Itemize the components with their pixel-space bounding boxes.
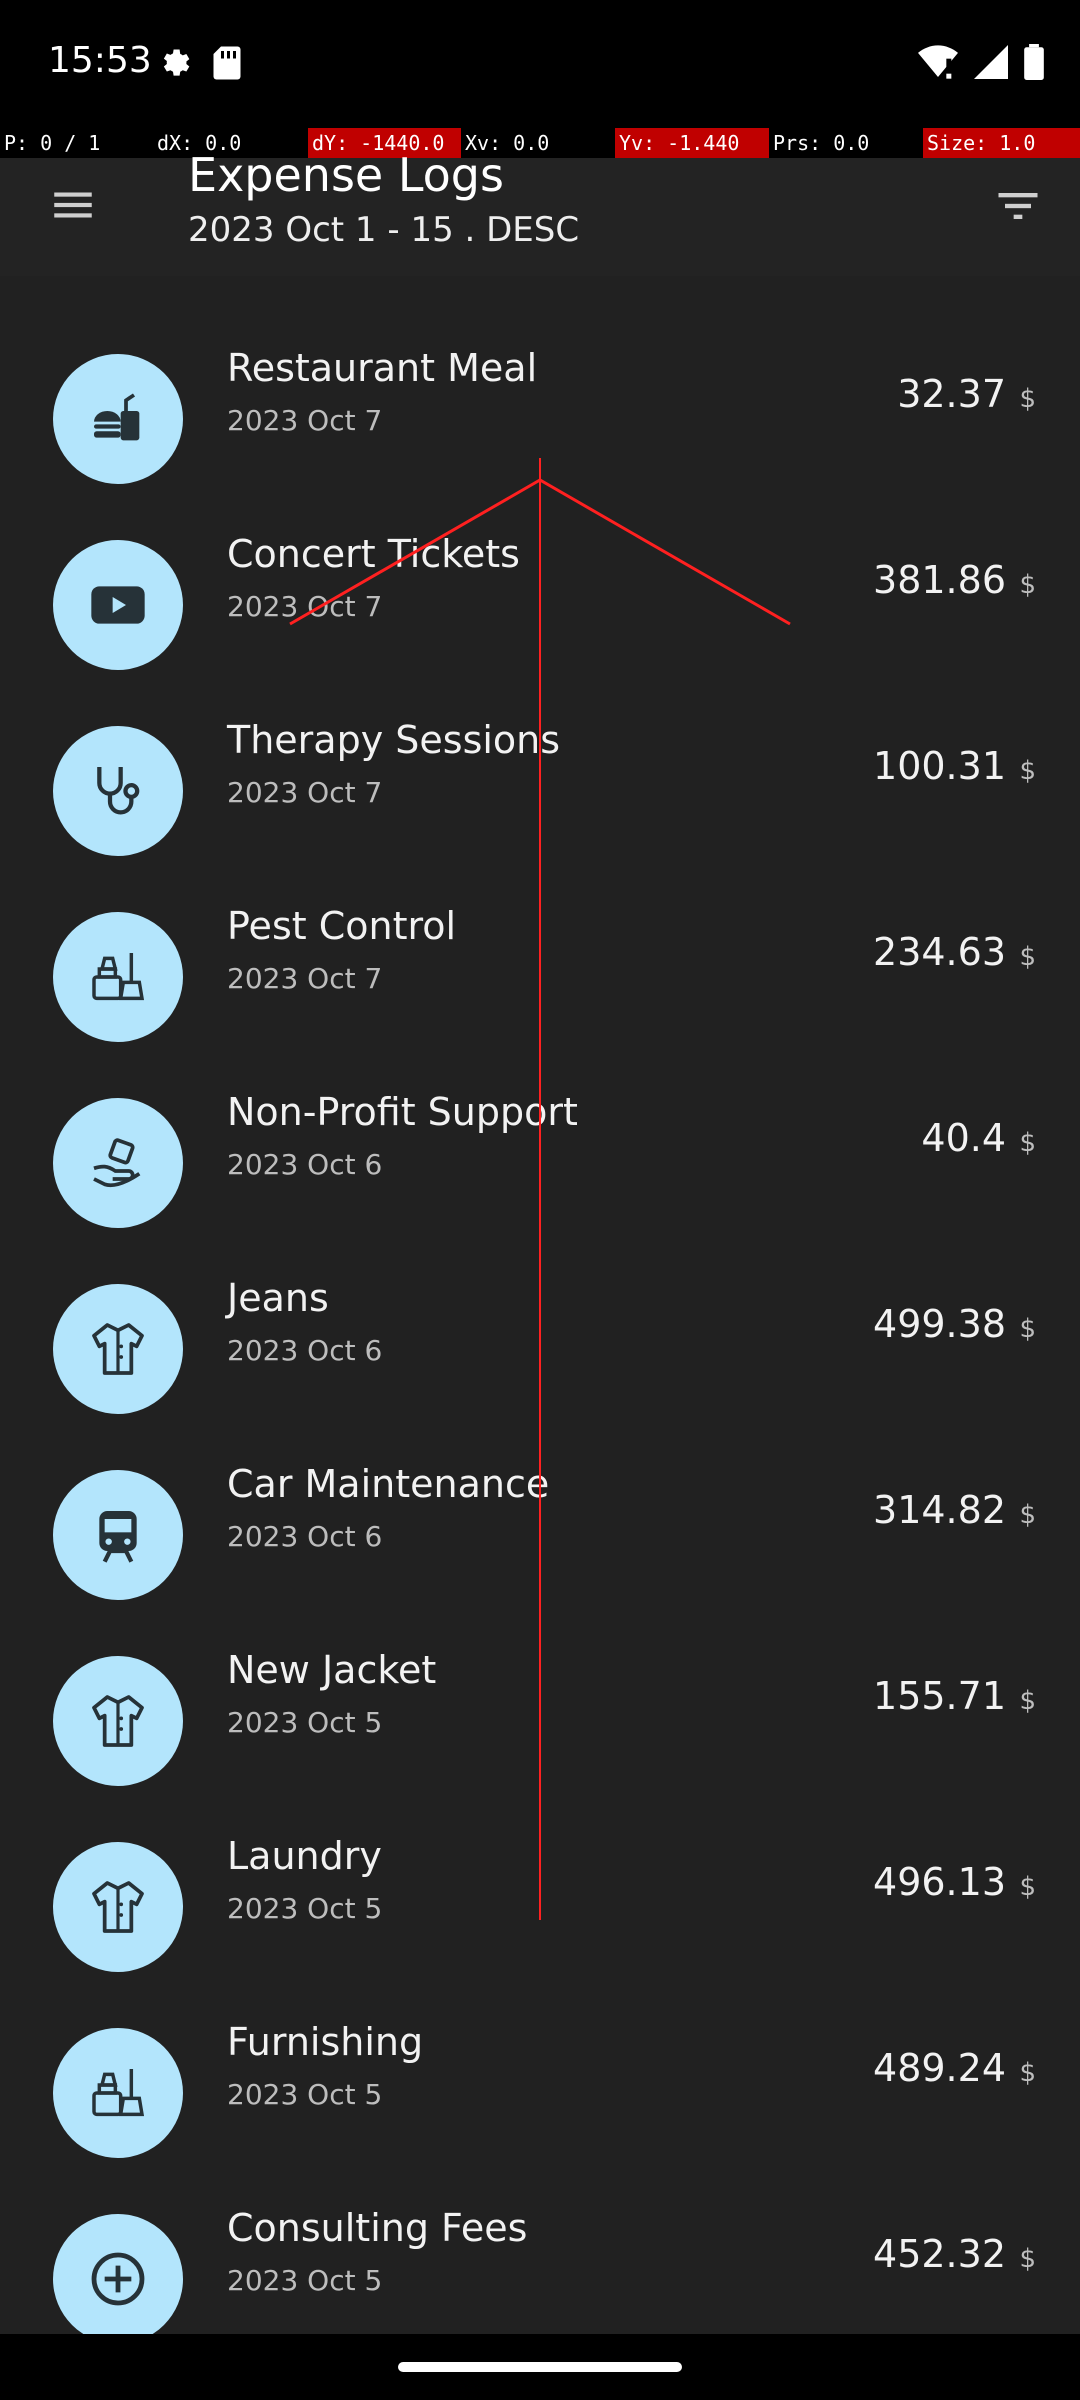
expense-name: Concert Tickets xyxy=(227,532,520,576)
expense-date: 2023 Oct 7 xyxy=(227,962,383,995)
cleaning-supplies-icon xyxy=(53,912,183,1042)
expense-amount: 452.32 xyxy=(873,2232,1006,2276)
status-bar: 15:53 xyxy=(0,0,1080,128)
signal-icon xyxy=(974,45,1008,83)
expense-amount: 40.4 xyxy=(921,1116,1006,1160)
expense-amount: 489.24 xyxy=(873,2046,1006,2090)
status-icons-right xyxy=(918,44,1044,84)
train-icon xyxy=(53,1470,183,1600)
battery-icon xyxy=(1024,44,1044,84)
expense-date: 2023 Oct 5 xyxy=(227,1892,383,1925)
expense-date: 2023 Oct 7 xyxy=(227,404,383,437)
currency-symbol: $ xyxy=(1019,1128,1036,1158)
expense-row[interactable]: Laundry 2023 Oct 5 496.13 $ xyxy=(0,1812,1080,1998)
expense-amount: 499.38 xyxy=(873,1302,1006,1346)
video-play-icon xyxy=(53,540,183,670)
expense-amount: 234.63 xyxy=(873,930,1006,974)
expense-name: Pest Control xyxy=(227,904,457,948)
currency-symbol: $ xyxy=(1019,1314,1036,1344)
expense-date: 2023 Oct 6 xyxy=(227,1520,383,1553)
add-circle-icon xyxy=(53,2214,183,2334)
expense-row[interactable]: New Jacket 2023 Oct 5 155.71 $ xyxy=(0,1626,1080,1812)
fast-food-icon xyxy=(53,354,183,484)
expense-row[interactable]: Jeans 2023 Oct 6 499.38 $ xyxy=(0,1254,1080,1440)
debug-yv: Yv: -1.440 xyxy=(615,128,769,158)
settings-icon xyxy=(158,45,194,85)
expense-name: Non-Profit Support xyxy=(227,1090,578,1134)
expense-date: 2023 Oct 6 xyxy=(227,1334,383,1367)
expense-list[interactable]: Restaurant Meal 2023 Oct 7 32.37 $ Concert T… xyxy=(0,276,1080,2334)
expense-amount: 314.82 xyxy=(873,1488,1006,1532)
shirt-icon xyxy=(53,1842,183,1972)
status-icons-left xyxy=(158,45,242,85)
expense-name: Car Maintenance xyxy=(227,1462,550,1506)
expense-amount: 381.86 xyxy=(873,558,1006,602)
expense-name: Consulting Fees xyxy=(227,2206,528,2250)
donation-hand-icon xyxy=(53,1098,183,1228)
expense-amount: 155.71 xyxy=(873,1674,1006,1718)
expense-name: Jeans xyxy=(227,1276,329,1320)
app-bar: Expense Logs 2023 Oct 1 - 15 . DESC xyxy=(0,148,1080,276)
page-title: Expense Logs xyxy=(188,148,504,202)
status-time: 15:53 xyxy=(48,40,152,81)
expense-date: 2023 Oct 5 xyxy=(227,2078,383,2111)
expense-name: New Jacket xyxy=(227,1648,437,1692)
expense-row[interactable]: Concert Tickets 2023 Oct 7 381.86 $ xyxy=(0,510,1080,696)
cleaning-supplies-icon xyxy=(53,2028,183,2158)
expense-amount: 496.13 xyxy=(873,1860,1006,1904)
expense-row[interactable]: Restaurant Meal 2023 Oct 7 32.37 $ xyxy=(0,324,1080,510)
home-gesture-handle[interactable] xyxy=(398,2362,682,2372)
expense-amount: 100.31 xyxy=(873,744,1006,788)
currency-symbol: $ xyxy=(1019,2244,1036,2274)
currency-symbol: $ xyxy=(1019,384,1036,414)
wifi-icon xyxy=(918,45,958,83)
expense-row[interactable]: Consulting Fees 2023 Oct 5 452.32 $ xyxy=(0,2184,1080,2334)
currency-symbol: $ xyxy=(1019,942,1036,972)
expense-name: Laundry xyxy=(227,1834,382,1878)
pointer-debug-bar: P: 0 / 1 dX: 0.0 dY: -1440.0 Xv: 0.0 Yv:… xyxy=(0,128,1080,158)
sd-card-icon xyxy=(212,45,242,85)
navigation-bar xyxy=(0,2334,1080,2400)
expense-date: 2023 Oct 7 xyxy=(227,590,383,623)
expense-date: 2023 Oct 5 xyxy=(227,1706,383,1739)
filter-icon[interactable] xyxy=(992,180,1044,232)
date-range-subtitle: 2023 Oct 1 - 15 . DESC xyxy=(188,210,580,250)
currency-symbol: $ xyxy=(1019,1500,1036,1530)
expense-date: 2023 Oct 5 xyxy=(227,2264,383,2297)
expense-date: 2023 Oct 7 xyxy=(227,776,383,809)
debug-pointer-count: P: 0 / 1 xyxy=(4,131,101,155)
expense-name: Therapy Sessions xyxy=(227,718,561,762)
currency-symbol: $ xyxy=(1019,570,1036,600)
hamburger-menu-icon[interactable] xyxy=(48,180,98,230)
expense-row[interactable]: Pest Control 2023 Oct 7 234.63 $ xyxy=(0,882,1080,1068)
debug-size: Size: 1.0 xyxy=(923,128,1080,158)
debug-pressure: Prs: 0.0 xyxy=(773,131,870,155)
stethoscope-icon xyxy=(53,726,183,856)
expense-date: 2023 Oct 6 xyxy=(227,1148,383,1181)
currency-symbol: $ xyxy=(1019,756,1036,786)
currency-symbol: $ xyxy=(1019,2058,1036,2088)
expense-name: Furnishing xyxy=(227,2020,424,2064)
expense-row[interactable]: Non-Profit Support 2023 Oct 6 40.4 $ xyxy=(0,1068,1080,1254)
currency-symbol: $ xyxy=(1019,1686,1036,1716)
expense-name: Restaurant Meal xyxy=(227,346,538,390)
expense-row[interactable]: Furnishing 2023 Oct 5 489.24 $ xyxy=(0,1998,1080,2184)
currency-symbol: $ xyxy=(1019,1872,1036,1902)
shirt-icon xyxy=(53,1656,183,1786)
expense-row[interactable]: Therapy Sessions 2023 Oct 7 100.31 $ xyxy=(0,696,1080,882)
expense-row[interactable]: Car Maintenance 2023 Oct 6 314.82 $ xyxy=(0,1440,1080,1626)
expense-amount: 32.37 xyxy=(897,372,1006,416)
shirt-icon xyxy=(53,1284,183,1414)
